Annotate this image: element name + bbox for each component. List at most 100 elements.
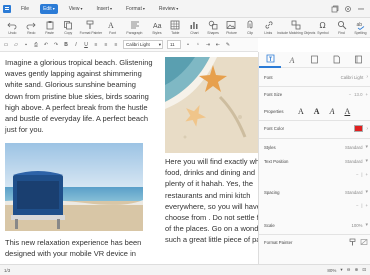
- font-size-row[interactable]: Font Size −13.0 +: [264, 92, 368, 97]
- symbol-button[interactable]: Ω Symbol: [314, 18, 333, 38]
- tab-styles[interactable]: [348, 52, 370, 68]
- tab-page-layout[interactable]: [303, 52, 325, 68]
- text-position-value[interactable]: Standard ▾: [345, 158, 368, 164]
- spacing-stepper[interactable]: − | +: [356, 203, 368, 208]
- doc-line: plenty of it hahah. Yes, the: [165, 179, 253, 189]
- table-button[interactable]: Table: [166, 18, 185, 38]
- clear-format-icon[interactable]: [360, 238, 368, 246]
- text-position-row[interactable]: Text Position Standard ▾: [264, 158, 368, 164]
- font-color-value[interactable]: ›: [354, 125, 368, 132]
- font-value[interactable]: Calibri Light ›: [341, 74, 368, 80]
- color-swatch[interactable]: [354, 125, 364, 132]
- spelling-button[interactable]: ab Spelling: [351, 18, 370, 38]
- list-bullets-icon[interactable]: •: [185, 42, 191, 48]
- menu-file[interactable]: File: [18, 4, 32, 14]
- paint-brush-icon[interactable]: [349, 238, 357, 246]
- format-painter-button[interactable]: Format Painter: [78, 18, 104, 38]
- tab-paragraph-format[interactable]: A: [281, 52, 303, 68]
- shapes-button[interactable]: Shapes: [203, 18, 222, 38]
- redo-button[interactable]: Redo: [22, 18, 41, 38]
- menu-format[interactable]: Format ▾: [123, 4, 148, 14]
- bold-a-button[interactable]: A: [314, 107, 320, 116]
- minus-icon[interactable]: −: [356, 172, 359, 177]
- minus-icon[interactable]: −: [349, 92, 352, 97]
- chart-button[interactable]: Chart: [185, 18, 204, 38]
- links-button[interactable]: Links: [259, 18, 278, 38]
- bold-icon[interactable]: B: [63, 42, 69, 48]
- font-row[interactable]: Font Calibri Light ›: [264, 74, 368, 80]
- include-matching-objects-button[interactable]: Include Matching Objects: [277, 18, 315, 38]
- menu-review[interactable]: Review ▾: [156, 4, 181, 14]
- find-button[interactable]: Find: [333, 18, 352, 38]
- redo-small-icon[interactable]: ↷: [53, 42, 59, 48]
- clip-icon: [247, 20, 253, 29]
- zoom-fit-icon[interactable]: ⊡: [362, 267, 366, 273]
- app-window: File Edit ▾ View ▾ Insert ▾ Format ▾ Review ▾…: [0, 0, 370, 275]
- beach-chair-image[interactable]: [5, 143, 143, 231]
- styles-button[interactable]: Aa Styles: [147, 18, 166, 38]
- underline-a-button[interactable]: A: [344, 107, 350, 116]
- open-icon[interactable]: ▱: [13, 42, 19, 48]
- text-position-stepper[interactable]: − | +: [356, 172, 368, 177]
- zoom-out-icon[interactable]: ⊖: [347, 267, 351, 273]
- settings-icon[interactable]: [344, 5, 352, 13]
- save-icon[interactable]: ▪: [23, 42, 29, 48]
- beach-starfish-image[interactable]: [165, 57, 258, 153]
- more-icon[interactable]: [357, 5, 365, 13]
- align-left-icon[interactable]: ≡: [93, 42, 99, 48]
- font-color-row[interactable]: Font Color ›: [264, 125, 368, 132]
- menu-insert[interactable]: Insert ▾: [93, 4, 115, 14]
- tab-document[interactable]: [326, 52, 348, 68]
- undo-button[interactable]: Undo: [3, 18, 22, 38]
- doc-paragraph-2[interactable]: Here you will find exactly wh food, drin…: [165, 156, 258, 246]
- tab-text-format[interactable]: [259, 52, 282, 68]
- indent-icon[interactable]: ⇥: [205, 42, 211, 48]
- copy-button[interactable]: Copy: [59, 18, 78, 38]
- italic-a-button[interactable]: A: [330, 107, 335, 116]
- search-icon: [337, 20, 347, 30]
- doc-paragraph-3[interactable]: This new relaxation experience has been …: [5, 237, 155, 259]
- font-size-select[interactable]: 11: [167, 40, 181, 49]
- print-icon[interactable]: ⎙: [33, 42, 39, 48]
- clip-button[interactable]: Clip: [241, 18, 260, 38]
- minus-icon[interactable]: −: [356, 203, 359, 208]
- align-center-icon[interactable]: ≡: [103, 42, 109, 48]
- document-canvas[interactable]: Imagine a glorious tropical beach. Glist…: [0, 52, 258, 264]
- menu-view[interactable]: View ▾: [66, 4, 86, 14]
- styles-row[interactable]: Styles Standard ▾: [264, 144, 368, 150]
- font-button[interactable]: A Font: [103, 18, 122, 38]
- font-family-select[interactable]: Calibri Light ▾: [123, 40, 163, 49]
- italic-icon[interactable]: I: [73, 42, 79, 48]
- undo-small-icon[interactable]: ↶: [43, 42, 49, 48]
- zoom-dropdown-icon[interactable]: ▾: [340, 267, 342, 273]
- plus-icon[interactable]: +: [365, 172, 368, 177]
- spacing-value[interactable]: Standard ▾: [345, 189, 368, 195]
- spacing-row[interactable]: Spacing Standard ▾: [264, 189, 368, 195]
- styles-value[interactable]: Standard ▾: [345, 144, 368, 150]
- menu-bar: File Edit ▾ View ▾ Insert ▾ Format ▾ Review ▾: [0, 0, 370, 18]
- font-size-stepper[interactable]: −13.0 +: [349, 92, 368, 97]
- doc-paragraph-1[interactable]: Imagine a glorious tropical beach. Glist…: [5, 57, 155, 135]
- zoom-in-icon[interactable]: ⊕: [354, 267, 358, 273]
- chevron-down-icon: ▾: [365, 222, 368, 228]
- format-painter-row[interactable]: Format Painter: [264, 238, 368, 246]
- highlight-icon[interactable]: ✎: [225, 42, 231, 48]
- paragraph-button[interactable]: Paragraph: [122, 18, 148, 38]
- paste-button[interactable]: Paste: [40, 18, 59, 38]
- scale-value[interactable]: 100% ▾: [351, 222, 368, 228]
- plain-a-button[interactable]: A: [298, 107, 304, 116]
- status-bar: 1/3 80% ▾ ⊖ ⊕ ⊡: [0, 264, 370, 275]
- format-side-panel: A Font Calibri Light › Font Size −13.0 + P: [258, 52, 370, 264]
- zoom-level[interactable]: 80%: [327, 268, 336, 273]
- underline-icon[interactable]: U: [83, 42, 89, 48]
- menu-edit[interactable]: Edit ▾: [40, 3, 58, 14]
- new-doc-icon[interactable]: ▭: [3, 42, 9, 48]
- picture-button[interactable]: Picture: [222, 18, 241, 38]
- plus-icon[interactable]: +: [365, 92, 368, 97]
- list-numbers-icon[interactable]: ¹: [195, 42, 201, 48]
- outdent-icon[interactable]: ⇤: [215, 42, 221, 48]
- align-right-icon[interactable]: ≡: [113, 42, 119, 48]
- scale-row[interactable]: Scale 100% ▾: [264, 222, 368, 228]
- window-restore-icon[interactable]: [331, 5, 339, 13]
- plus-icon[interactable]: +: [365, 203, 368, 208]
